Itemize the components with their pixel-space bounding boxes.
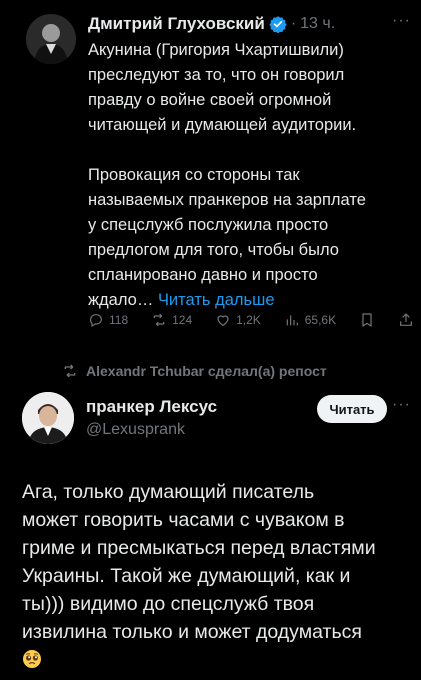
text-line: извилина только и может додуматься [22,621,362,643]
text-line: читающей и думающей аудитории. [88,116,357,134]
text-line: гриме и пресмыкаться перед властями [22,537,376,559]
reply-button[interactable]: 118 [88,312,128,328]
more-options-icon[interactable]: ··· [392,12,411,30]
tweet-text: Акунина (Григория Чхартишвили) преследую… [88,38,408,313]
tweet[interactable]: Дмитрий Глуховский · 13 ч. ··· Акунина (… [0,0,421,360]
like-count: 1,2K [236,313,261,327]
bookmark-button[interactable] [359,312,375,328]
follow-button[interactable]: Читать [317,395,387,423]
views-count: 65,6K [304,313,337,327]
author-name[interactable]: Дмитрий Глуховский [88,14,265,34]
quote-author-name[interactable]: пранкер Лексус [86,397,217,417]
text-line: правду о войне своей огромной [88,91,332,109]
repost-text: Alexandr Tchubar сделал(а) репост [86,363,327,379]
reply-count: 118 [109,313,129,327]
text-line: Акунина (Григория Чхартишвили) [88,41,344,59]
share-button[interactable] [398,312,414,328]
text-line: спланировано давно и просто [88,266,318,284]
emoji-line [22,646,417,674]
quote-author-avatar[interactable] [22,392,74,444]
heart-icon [217,315,229,327]
timestamp[interactable]: 13 ч. [300,15,335,33]
separator-dot: · [290,15,297,32]
views-chart-icon [286,315,298,326]
read-more-link[interactable]: Читать дальше [158,291,275,309]
more-options-icon[interactable]: ··· [392,396,411,414]
tweet-header: Дмитрий Глуховский · 13 ч. [88,12,408,36]
text-line: предлогом для того, чтобы было [88,241,339,259]
verified-badge-icon [269,15,287,34]
text-line: Ага, только думающий писатель [22,481,315,503]
reply-icon [90,314,102,328]
quote-author-handle[interactable]: @Lexusprank [86,421,185,439]
text-line: Украины. Такой же думающий, как и [22,565,351,587]
like-button[interactable]: 1,2K [215,312,261,328]
pleading-face-icon [22,649,42,669]
text-line: у спецслужб послужила просто [88,216,329,234]
text-line: может говорить часами с чуваком в [22,509,345,531]
text-line-start: ждало… [88,291,154,309]
share-icon [400,313,412,326]
repost-count: 124 [172,313,193,327]
views-button[interactable]: 65,6K [284,312,336,328]
repost-icon [153,313,165,327]
repost-indicator[interactable]: Alexandr Tchubar сделал(а) репост [62,360,327,382]
repost-icon [64,364,76,378]
text-line: ты))) видимо до спецслужб твоя [22,593,315,615]
tweet-actions: 118 124 1,2K 65,6K [88,308,414,332]
text-line: преследуют за то, что он говорил [88,66,345,84]
text-line: Провокация со стороны так [88,166,300,184]
author-avatar[interactable] [26,14,76,64]
quote-tweet-text: Ага, только думающий писатель может гово… [22,478,417,674]
bookmark-icon [362,313,372,327]
text-line: называемых пранкеров на зарплате [88,191,366,209]
repost-button[interactable]: 124 [151,312,192,328]
